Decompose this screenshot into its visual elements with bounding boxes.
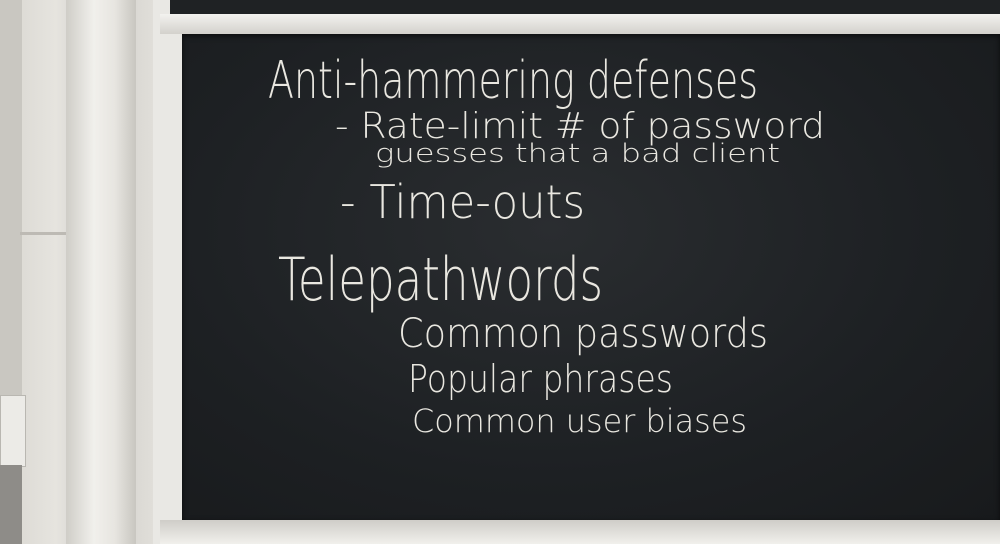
item-common-user-biases: Common user biases bbox=[412, 402, 747, 440]
chalk-writing: Anti-hammering defenses - Rate-limit # o… bbox=[268, 51, 825, 440]
heading-telepathwords: Telepathwords bbox=[278, 245, 603, 315]
item-popular-phrases: Popular phrases bbox=[408, 357, 673, 401]
bullet-rate-limit-cont: guesses that a bad client bbox=[375, 139, 780, 169]
bullet-time-outs: - Time-outs bbox=[340, 175, 585, 229]
item-common-passwords: Common passwords bbox=[398, 311, 768, 357]
heading-anti-hammering: Anti-hammering defenses bbox=[268, 51, 758, 111]
